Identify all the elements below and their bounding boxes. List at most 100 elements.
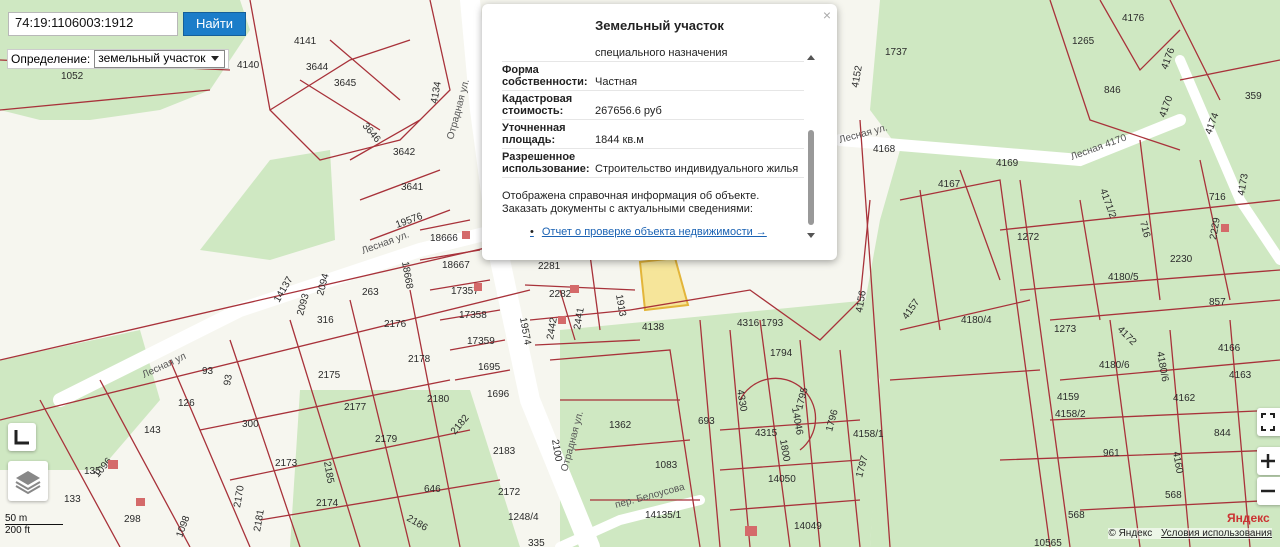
- svg-text:961: 961: [1103, 448, 1120, 459]
- svg-text:14049: 14049: [794, 521, 822, 532]
- report-link[interactable]: Отчет о проверке объекта недвижимости →: [530, 226, 804, 238]
- svg-text:1794: 1794: [770, 348, 793, 359]
- svg-text:2172: 2172: [498, 487, 521, 498]
- svg-text:3646: 3646: [360, 121, 383, 145]
- svg-text:300: 300: [242, 419, 259, 430]
- selected-parcel[interactable]: [638, 256, 690, 312]
- attr-value: Строительство индивидуального жилья: [595, 148, 804, 178]
- popup-content[interactable]: специального назначения Форма собственно…: [502, 47, 804, 249]
- find-button[interactable]: Найти: [183, 12, 246, 36]
- attr-key: Разрешенное использование:: [502, 148, 595, 178]
- definition-select[interactable]: земельный участок: [94, 50, 225, 68]
- layers-icon: [15, 471, 41, 495]
- svg-text:93: 93: [202, 366, 214, 377]
- popup-title: Земельный участок: [595, 18, 724, 33]
- svg-text:19576: 19576: [394, 211, 424, 231]
- fullscreen-icon: [1261, 413, 1275, 431]
- attr-key: Кадастровая стоимость:: [502, 90, 595, 120]
- svg-text:1737: 1737: [885, 47, 908, 58]
- svg-text:1793: 1793: [761, 318, 784, 329]
- svg-text:2183: 2183: [493, 446, 516, 457]
- scale-imperial: 200 ft: [5, 525, 31, 536]
- svg-text:4315: 4315: [755, 428, 778, 439]
- ruler-button[interactable]: [8, 423, 36, 451]
- svg-text:2441: 2441: [572, 306, 587, 330]
- svg-text:693: 693: [698, 416, 715, 427]
- svg-text:2174: 2174: [316, 498, 339, 509]
- svg-text:263: 263: [362, 287, 379, 298]
- svg-text:2282: 2282: [549, 289, 572, 300]
- definition-selector: Определение: земельный участок: [7, 49, 229, 69]
- svg-text:2176: 2176: [384, 319, 407, 330]
- svg-text:93: 93: [222, 373, 235, 386]
- svg-text:4169: 4169: [996, 158, 1019, 169]
- svg-text:14135/1: 14135/1: [645, 510, 682, 521]
- zoom-in-button[interactable]: [1257, 447, 1280, 475]
- svg-text:1273: 1273: [1054, 324, 1077, 335]
- scale-bar: 50 m 200 ft: [5, 513, 63, 536]
- svg-text:568: 568: [1165, 490, 1182, 501]
- attr-value: 267656.6 руб: [595, 90, 804, 120]
- svg-text:1248/4: 1248/4: [508, 512, 539, 523]
- svg-text:2179: 2179: [375, 434, 398, 445]
- zoom-out-button[interactable]: [1257, 477, 1280, 505]
- svg-text:4180/4: 4180/4: [961, 315, 992, 326]
- svg-text:1913: 1913: [613, 294, 628, 318]
- svg-text:2170: 2170: [232, 484, 247, 508]
- scroll-thumb[interactable]: [808, 130, 814, 225]
- svg-text:4158/2: 4158/2: [1055, 409, 1086, 420]
- svg-text:4134: 4134: [429, 80, 444, 104]
- svg-text:1696: 1696: [487, 389, 510, 400]
- svg-text:4176: 4176: [1122, 13, 1145, 24]
- svg-text:4162: 4162: [1173, 393, 1196, 404]
- parcel-attributes-table: Форма собственности: Частная Кадастровая…: [502, 62, 804, 178]
- svg-text:4166: 4166: [1218, 343, 1241, 354]
- svg-text:2281: 2281: [538, 261, 561, 272]
- table-row: Разрешенное использование: Строительство…: [502, 148, 804, 178]
- svg-text:17359: 17359: [467, 336, 495, 347]
- popup-note: Отображена справочная информация об объе…: [502, 190, 760, 215]
- minus-icon: [1261, 489, 1275, 493]
- svg-text:2230: 2230: [1170, 254, 1193, 265]
- table-row: Уточненная площадь: 1844 кв.м: [502, 119, 804, 149]
- svg-text:716: 716: [1209, 192, 1226, 203]
- svg-text:4316: 4316: [737, 318, 760, 329]
- svg-text:18667: 18667: [442, 260, 470, 271]
- svg-text:1083: 1083: [655, 460, 678, 471]
- svg-text:846: 846: [1104, 85, 1121, 96]
- svg-text:844: 844: [1214, 428, 1231, 439]
- fullscreen-button[interactable]: [1257, 408, 1280, 436]
- svg-text:335: 335: [528, 538, 545, 547]
- svg-text:2178: 2178: [408, 354, 431, 365]
- plus-icon: [1261, 454, 1275, 468]
- svg-text:4180/5: 4180/5: [1108, 272, 1139, 283]
- close-icon[interactable]: ×: [823, 7, 831, 23]
- svg-text:1052: 1052: [61, 71, 84, 82]
- svg-text:2175: 2175: [318, 370, 341, 381]
- search-input[interactable]: 74:19:1106003:1912: [8, 12, 178, 36]
- svg-text:1362: 1362: [609, 420, 632, 431]
- svg-text:4163: 4163: [1229, 370, 1252, 381]
- svg-text:126: 126: [178, 398, 195, 409]
- terms-link[interactable]: Условия использования: [1161, 528, 1272, 539]
- svg-text:2180: 2180: [427, 394, 450, 405]
- svg-text:1265: 1265: [1072, 36, 1095, 47]
- svg-text:4180/6: 4180/6: [1099, 360, 1130, 371]
- scroll-up-icon[interactable]: [807, 55, 815, 60]
- attr-key: Форма собственности:: [502, 62, 595, 91]
- scroll-down-icon[interactable]: [807, 233, 815, 238]
- yandex-logo: Яндекс: [1227, 511, 1270, 525]
- svg-text:4152: 4152: [850, 64, 865, 88]
- svg-text:359: 359: [1245, 91, 1262, 102]
- svg-text:1695: 1695: [478, 362, 501, 373]
- svg-text:4158/1: 4158/1: [853, 429, 884, 440]
- svg-text:14050: 14050: [768, 474, 796, 485]
- svg-text:3641: 3641: [401, 182, 424, 193]
- svg-text:10565: 10565: [1034, 538, 1062, 547]
- svg-text:3645: 3645: [334, 78, 357, 89]
- svg-text:4159: 4159: [1057, 392, 1080, 403]
- layers-button[interactable]: [8, 461, 48, 501]
- scale-metric: 50 m: [5, 513, 63, 525]
- svg-text:2181: 2181: [252, 508, 267, 532]
- svg-text:857: 857: [1209, 297, 1226, 308]
